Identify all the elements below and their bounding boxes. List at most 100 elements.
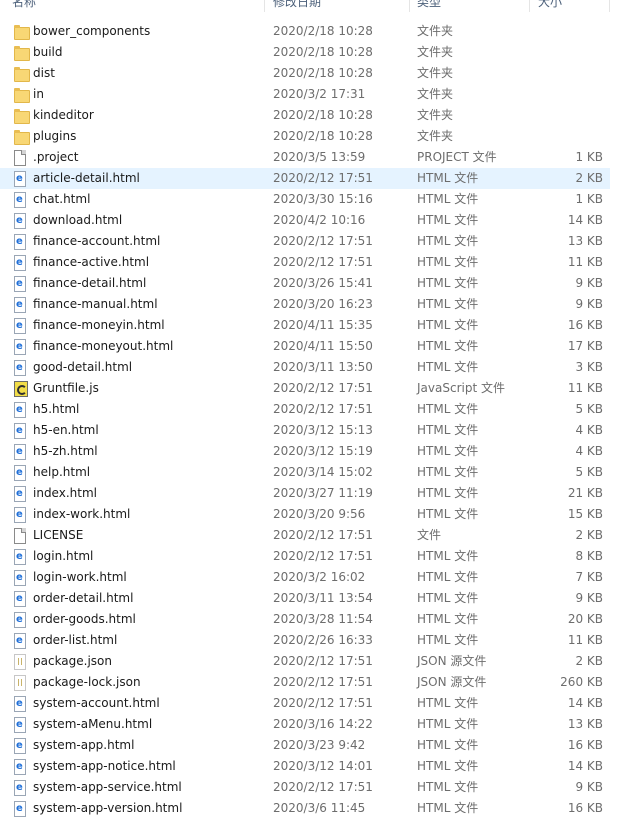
file-size: 11 KB <box>567 255 603 269</box>
file-date: 2020/2/12 17:51 <box>273 549 373 563</box>
file-row[interactable]: kindeditor 2020/2/18 10:28 文件夹 <box>0 105 610 126</box>
file-icon-cell <box>0 525 33 546</box>
file-row[interactable]: order-detail.html 2020/3/11 13:54 HTML 文件 9… <box>0 588 610 609</box>
file-row[interactable]: system-aMenu.html 2020/3/16 14:22 HTML 文件 1… <box>0 714 610 735</box>
file-row[interactable]: dist 2020/2/18 10:28 文件夹 <box>0 63 610 84</box>
file-size: 20 KB <box>567 612 603 626</box>
file-row[interactable]: plugins 2020/2/18 10:28 文件夹 <box>0 126 610 147</box>
file-icon-cell <box>0 630 33 651</box>
file-type: HTML 文件 <box>417 192 479 206</box>
file-row[interactable]: finance-account.html 2020/2/12 17:51 HTML … <box>0 231 610 252</box>
file-icon-cell <box>0 462 33 483</box>
column-header-size[interactable]: 大小 <box>530 0 610 12</box>
file-name: order-list.html <box>33 633 118 647</box>
file-date: 2020/3/11 13:50 <box>273 360 373 374</box>
file-row[interactable]: index-work.html 2020/3/20 9:56 HTML 文件 15 K… <box>0 504 610 525</box>
file-date: 2020/3/26 15:41 <box>273 276 373 290</box>
file-row[interactable]: download.html 2020/4/2 10:16 HTML 文件 14 KB <box>0 210 610 231</box>
file-size: 260 KB <box>560 675 603 689</box>
html-file-icon <box>14 549 26 565</box>
column-header-type[interactable]: 类型 <box>410 0 530 12</box>
file-row[interactable]: finance-manual.html 2020/3/20 16:23 HTML 文… <box>0 294 610 315</box>
file-row[interactable]: finance-moneyout.html 2020/4/11 15:50 HTML… <box>0 336 610 357</box>
file-row[interactable]: finance-detail.html 2020/3/26 15:41 HTML 文… <box>0 273 610 294</box>
file-size: 15 KB <box>567 507 603 521</box>
file-type: HTML 文件 <box>417 486 479 500</box>
file-icon-cell <box>0 105 33 126</box>
file-icon-cell <box>0 399 33 420</box>
file-name: index-work.html <box>33 507 131 521</box>
folder-icon <box>14 130 30 145</box>
file-row[interactable]: system-app-service.html 2020/2/12 17:51 HT… <box>0 777 610 798</box>
file-row[interactable]: .project 2020/3/5 13:59 PROJECT 文件 1 KB <box>0 147 610 168</box>
file-type: HTML 文件 <box>417 591 479 605</box>
file-date: 2020/2/26 16:33 <box>273 633 373 647</box>
file-row[interactable]: LICENSE 2020/2/12 17:51 文件 2 KB <box>0 525 610 546</box>
file-row[interactable]: system-app.html 2020/3/23 9:42 HTML 文件 16 K… <box>0 735 610 756</box>
file-date: 2020/2/18 10:28 <box>273 66 373 80</box>
file-date: 2020/3/6 11:45 <box>273 801 366 815</box>
file-row[interactable]: in 2020/3/2 17:31 文件夹 <box>0 84 610 105</box>
file-icon-cell <box>0 63 33 84</box>
file-type: HTML 文件 <box>417 717 479 731</box>
file-type: 文件夹 <box>417 108 454 122</box>
file-row[interactable]: login-work.html 2020/3/2 16:02 HTML 文件 7 KB <box>0 567 610 588</box>
file-type: 文件夹 <box>417 45 454 59</box>
file-row[interactable]: h5-zh.html 2020/3/12 15:19 HTML 文件 4 KB <box>0 441 610 462</box>
file-date: 2020/3/20 9:56 <box>273 507 366 521</box>
file-row[interactable]: system-app-version.html 2020/3/6 11:45 HTM… <box>0 798 610 819</box>
file-type: HTML 文件 <box>417 507 479 521</box>
html-file-icon <box>14 318 26 334</box>
file-row[interactable]: build 2020/2/18 10:28 文件夹 <box>0 42 610 63</box>
column-header-date[interactable]: 修改日期 <box>265 0 410 12</box>
file-name: h5-zh.html <box>33 444 98 458</box>
file-name: login.html <box>33 549 94 563</box>
file-name: system-account.html <box>33 696 160 710</box>
file-date: 2020/3/12 15:19 <box>273 444 373 458</box>
file-row[interactable]: order-list.html 2020/2/26 16:33 HTML 文件 11 … <box>0 630 610 651</box>
file-size: 13 KB <box>567 717 603 731</box>
file-date: 2020/2/12 17:51 <box>273 654 373 668</box>
file-row[interactable]: finance-active.html 2020/2/12 17:51 HTML 文… <box>0 252 610 273</box>
file-row[interactable]: index.html 2020/3/27 11:19 HTML 文件 21 KB <box>0 483 610 504</box>
file-row[interactable]: package-lock.json 2020/2/12 17:51 JSON 源文件… <box>0 672 610 693</box>
file-type: 文件夹 <box>417 66 454 80</box>
file-name: system-aMenu.html <box>33 717 153 731</box>
file-row[interactable]: Gruntfile.js 2020/2/12 17:51 JavaScript 文件… <box>0 378 610 399</box>
file-type: 文件夹 <box>417 24 454 38</box>
file-icon-cell <box>0 567 33 588</box>
folder-icon <box>14 109 30 124</box>
file-row[interactable]: h5.html 2020/2/12 17:51 HTML 文件 5 KB <box>0 399 610 420</box>
file-icon-cell <box>0 693 33 714</box>
file-row[interactable]: chat.html 2020/3/30 15:16 HTML 文件 1 KB <box>0 189 610 210</box>
folder-icon <box>14 25 30 40</box>
file-type: 文件 <box>417 528 442 542</box>
file-row[interactable]: login.html 2020/2/12 17:51 HTML 文件 8 KB <box>0 546 610 567</box>
file-size: 5 KB <box>575 402 603 416</box>
file-row[interactable]: finance-moneyin.html 2020/4/11 15:35 HTML … <box>0 315 610 336</box>
file-icon-cell <box>0 315 33 336</box>
file-icon-cell <box>0 651 33 672</box>
column-header-name[interactable]: 名称 <box>0 0 265 12</box>
file-icon-cell <box>0 441 33 462</box>
file-size: 1 KB <box>575 150 603 164</box>
file-row[interactable]: bower_components 2020/2/18 10:28 文件夹 <box>0 21 610 42</box>
file-row[interactable]: system-app-notice.html 2020/3/12 14:01 HTM… <box>0 756 610 777</box>
file-row[interactable]: good-detail.html 2020/3/11 13:50 HTML 文件 3 … <box>0 357 610 378</box>
file-type: HTML 文件 <box>417 780 479 794</box>
file-name: finance-detail.html <box>33 276 147 290</box>
file-type: 文件夹 <box>417 129 454 143</box>
html-file-icon <box>14 234 26 250</box>
file-row[interactable]: article-detail.html 2020/2/12 17:51 HTML 文… <box>0 168 610 189</box>
file-row[interactable]: help.html 2020/3/14 15:02 HTML 文件 5 KB <box>0 462 610 483</box>
file-row[interactable]: order-goods.html 2020/3/28 11:54 HTML 文件 20… <box>0 609 610 630</box>
file-icon-cell <box>0 609 33 630</box>
html-file-icon <box>14 192 26 208</box>
file-row[interactable]: h5-en.html 2020/3/12 15:13 HTML 文件 4 KB <box>0 420 610 441</box>
file-row[interactable]: system-account.html 2020/2/12 17:51 HTML 文… <box>0 693 610 714</box>
file-size: 21 KB <box>567 486 603 500</box>
file-name: LICENSE <box>33 528 84 542</box>
file-row[interactable]: package.json 2020/2/12 17:51 JSON 源文件 2 KB <box>0 651 610 672</box>
file-name: .project <box>33 150 79 164</box>
file-date: 2020/2/18 10:28 <box>273 108 373 122</box>
